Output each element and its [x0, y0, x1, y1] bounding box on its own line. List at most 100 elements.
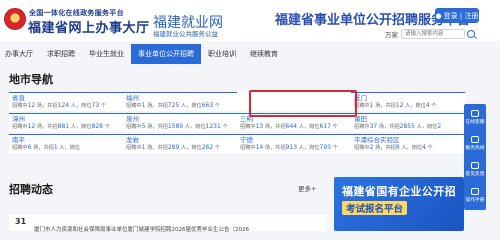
news-item[interactable]: 31 厦门市人力资源和社会保障局事业单位厦门城建学院招聘2026届优秀毕业生公告…: [9, 215, 327, 233]
stat-recruiting: 1: [141, 102, 146, 109]
stat-total-prefix: 场，共招: [378, 124, 400, 130]
emblem-icon: [4, 8, 26, 30]
stat-recruiting: 37: [369, 123, 378, 130]
brand-subtitle: 福建就业公共服务公益: [153, 30, 218, 38]
stat-recruiting: 5: [141, 123, 146, 130]
book-icon: [471, 187, 479, 195]
stat-people: 644: [285, 123, 298, 130]
stat-recruiting: 6: [27, 144, 32, 151]
city-stats: 招聘中14 场，共招913 人，岗位793 个: [240, 144, 348, 152]
stat-posts-suffix: 个: [100, 103, 107, 109]
city-card[interactable]: 厦门 招聘中1 场，共招12 人，岗位4 个: [351, 92, 465, 111]
tab-continuing-education[interactable]: 继续教育: [243, 44, 285, 64]
stat-posts-suffix: 个: [332, 124, 338, 130]
stat-stats-prefix: 招聘中: [240, 145, 256, 151]
tab-public-institution-recruitment[interactable]: 事业单位公开招聘: [131, 44, 201, 64]
banner-subtitle: 考试报名平台: [342, 201, 408, 215]
stat-recruiting: 14: [255, 144, 264, 151]
stat-posts-suffix: 个: [431, 103, 437, 109]
city-card[interactable]: 南平 招聘中6 场，共招1 人，岗位: [9, 134, 123, 153]
city-stats: 招聘中6 场，共招1 人，岗位: [12, 144, 120, 152]
stat-total-prefix: 场，共招: [33, 145, 54, 151]
stat-total-prefix: 场，共招: [147, 124, 168, 130]
stat-posts: 73: [91, 102, 100, 109]
stat-recruiting: 12: [27, 102, 36, 109]
stat-recruiting: 1: [369, 102, 374, 109]
city-row: 省直 招聘中12 场，共招124 人，岗位73 个福州 招聘中1 场，共招725 人…: [9, 92, 465, 111]
news-day: 31: [15, 217, 27, 226]
stat-recruiting: 2: [369, 144, 374, 151]
city-card[interactable]: 莆田 招聘中37 场，共招2855 人，岗位2: [351, 113, 465, 132]
banner-title: 福建省国有企业公开招: [342, 185, 456, 198]
stat-stats-prefix: 招聘中: [12, 145, 28, 151]
city-stats: 招聘中2 场，共招8 人，岗位4 个: [354, 144, 462, 152]
stat-recruiting: 13: [255, 123, 264, 130]
stat-posts: 828: [91, 123, 103, 130]
stat-posts-suffix: 个: [214, 103, 221, 109]
stat-stats-prefix: 招聘中: [126, 124, 142, 130]
stat-total-prefix: 场，共招: [264, 145, 286, 151]
feedback-button[interactable]: 意见反馈: [464, 156, 486, 182]
stat-people-suffix: 人，岗位: [298, 124, 320, 130]
city-name: 厦门: [354, 94, 367, 102]
stat-people-suffix: 人，岗位: [298, 145, 320, 151]
tab-service-hall[interactable]: 办事大厅: [0, 44, 40, 64]
news-title: 招聘动态: [9, 183, 53, 196]
city-name: 莆田: [354, 115, 367, 123]
region-selector[interactable]: 万家: [385, 29, 398, 39]
stat-recruiting: 1: [141, 144, 146, 151]
search-input[interactable]: [401, 28, 465, 39]
city-card[interactable]: 省直 招聘中12 场，共招124 人，岗位73 个: [9, 92, 123, 111]
city-stats: 招聘中1 场，共招12 人，岗位4 个: [354, 102, 462, 110]
logo-title[interactable]: 福建省网上办事大厅: [28, 17, 150, 36]
city-card[interactable]: 福州 招聘中1 场，共招725 人，岗位663 个: [123, 92, 237, 111]
city-row: 漳州 招聘中12 场，共招881 人，岗位828 个泉州 招聘中5 场，共招1589…: [9, 113, 465, 132]
stat-people: 289: [167, 144, 180, 151]
phone-icon: [471, 135, 479, 143]
city-name: 省直: [12, 94, 25, 102]
stat-stats-prefix: 招聘中: [240, 124, 256, 130]
stat-posts-suffix: 个: [222, 124, 228, 130]
stat-people: 2855: [399, 123, 415, 130]
stat-posts-suffix: 个: [427, 145, 433, 151]
stat-people: 1589: [167, 123, 184, 130]
tab-graduate-employment[interactable]: 毕业生就业: [82, 44, 131, 64]
chat-icon: [471, 161, 479, 169]
manual-button[interactable]: 操作手册: [464, 182, 486, 208]
city-name: 泉州: [126, 115, 139, 123]
stat-posts-suffix: 个: [332, 145, 338, 151]
stat-people-suffix: 人，岗位: [405, 103, 426, 109]
more-link[interactable]: 更多+: [298, 183, 316, 193]
online-service-button[interactable]: 在线客服: [464, 104, 486, 130]
city-card[interactable]: 龙岩 招聘中1 场，共招289 人，岗位262 个: [123, 134, 237, 153]
city-card[interactable]: 泉州 招聘中5 场，共招1589 人，岗位1231 个: [123, 113, 237, 132]
city-name: 龙岩: [126, 136, 139, 144]
stat-total-prefix: 场，共招: [264, 124, 286, 130]
search-area: 万家: [385, 28, 497, 39]
user-icon: ●: [435, 11, 442, 20]
stat-people-suffix: 人，岗位: [401, 145, 423, 151]
stat-posts: 617: [319, 123, 331, 130]
tab-job-recruitment[interactable]: 求职招聘: [40, 44, 82, 64]
city-name: 南平: [12, 136, 25, 144]
city-stats: 招聘中13 场，共招644 人，岗位617 个: [240, 123, 348, 131]
soe-recruitment-banner[interactable]: 福建省国有企业公开招 考试报名平台: [334, 177, 464, 231]
stat-posts: 4: [425, 102, 430, 109]
stat-stats-prefix: 招聘中: [12, 124, 28, 130]
stat-posts: 4: [422, 144, 426, 151]
stat-people-suffix: 人，岗位: [416, 124, 438, 130]
city-card[interactable]: 宁德 招聘中14 场，共招913 人，岗位793 个: [237, 134, 351, 153]
city-name: 漳州: [12, 115, 25, 123]
city-card[interactable]: 漳州 招聘中12 场，共招881 人，岗位828 个: [9, 113, 123, 132]
login-register-button[interactable]: ● 登录 | 注册: [435, 8, 479, 23]
tab-vocational-training[interactable]: 职业培训: [201, 44, 243, 64]
stat-people: 124: [57, 102, 70, 109]
stat-total-prefix: 场，共招: [147, 103, 168, 109]
city-grid: 省直 招聘中12 场，共招124 人，岗位73 个福州 招聘中1 场，共招725 人…: [9, 92, 465, 155]
city-card[interactable]: 平潭综合实验区 招聘中2 场，共招8 人，岗位4 个: [351, 134, 465, 153]
search-icon[interactable]: [467, 29, 475, 38]
hotline-button[interactable]: 服务热线: [464, 130, 486, 156]
city-stats: 招聘中1 场，共招725 人，岗位663 个: [126, 102, 234, 110]
stat-people-suffix: 人，岗位: [184, 124, 206, 130]
stat-people: 881: [57, 123, 70, 130]
